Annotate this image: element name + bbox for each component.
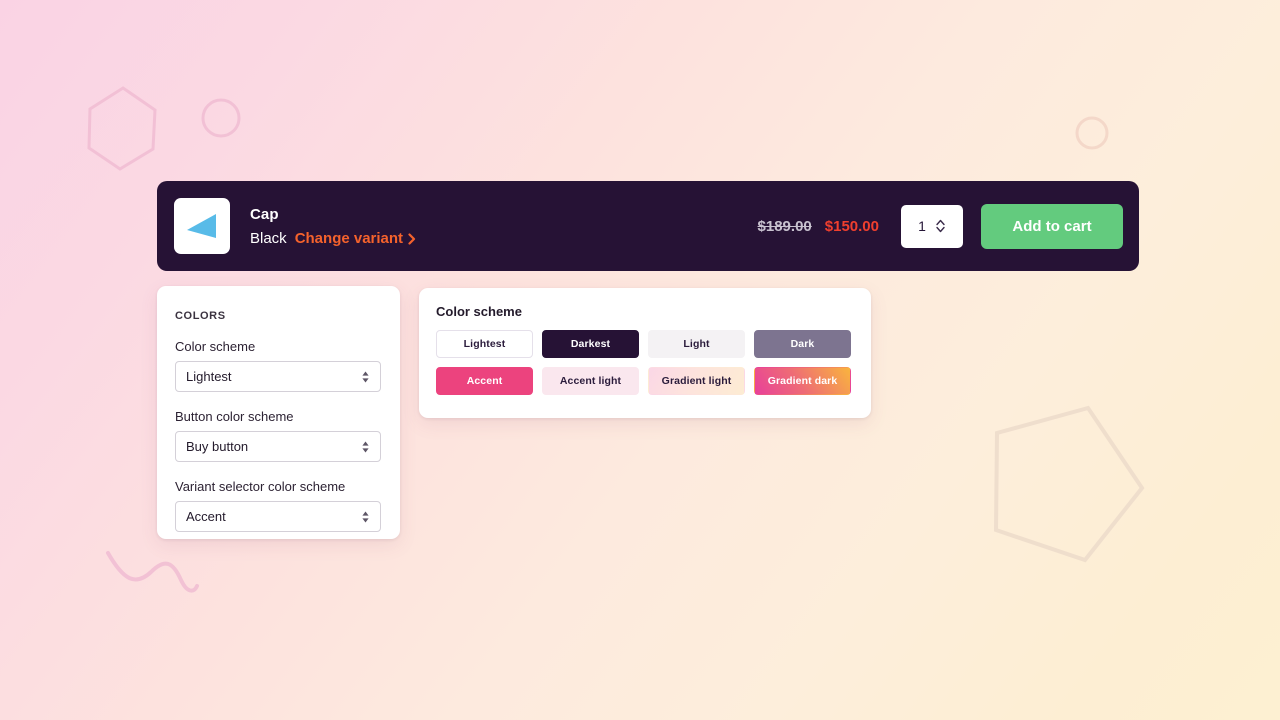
- hexagon-outline-shape: [87, 86, 157, 171]
- colors-settings-panel: COLORS Color scheme Lightest Button colo…: [157, 286, 400, 539]
- add-to-cart-button[interactable]: Add to cart: [981, 203, 1123, 249]
- swatch-label: Gradient light: [661, 375, 732, 387]
- swatch-accent[interactable]: Accent: [436, 367, 533, 395]
- chevron-up-down-icon: [362, 511, 369, 522]
- swatch-accent-light[interactable]: Accent light: [542, 367, 639, 395]
- change-variant-label: Change variant: [294, 229, 404, 247]
- swatch-gradient-dark[interactable]: Gradient dark: [754, 367, 851, 395]
- field-label-button-color-scheme: Button color scheme: [175, 409, 294, 424]
- color-scheme-panel: Color scheme Lightest Darkest Light Dark…: [419, 288, 871, 418]
- swatch-dark[interactable]: Dark: [754, 330, 851, 358]
- price-group: $189.00 $150.00: [758, 218, 879, 235]
- circle-outline-small-shape: [1075, 116, 1109, 150]
- variant-name: Black: [250, 229, 287, 247]
- product-thumbnail: [174, 198, 230, 254]
- field-button-color-scheme: Button color scheme Buy button: [175, 409, 381, 462]
- price-original: $189.00: [757, 217, 812, 235]
- swatch-label: Gradient dark: [767, 375, 838, 387]
- chevron-up-down-icon: [362, 441, 369, 452]
- swatch-light[interactable]: Light: [648, 330, 745, 358]
- swatch-label: Light: [683, 338, 710, 350]
- colors-section-label: COLORS: [175, 310, 226, 322]
- swatch-gradient-light[interactable]: Gradient light: [648, 367, 745, 395]
- product-title: Cap: [250, 205, 279, 223]
- swatch-lightest[interactable]: Lightest: [436, 330, 533, 358]
- color-scheme-swatch-grid: Lightest Darkest Light Dark Accent Accen…: [436, 330, 854, 395]
- swatch-label: Accent: [466, 375, 503, 387]
- swatch-label: Lightest: [463, 338, 506, 350]
- select-value-button-color-scheme: Buy button: [186, 439, 249, 454]
- color-scheme-panel-title: Color scheme: [436, 304, 522, 319]
- swatch-label: Accent light: [559, 375, 622, 387]
- pentagon-outline-shape: [993, 405, 1145, 563]
- squiggle-line-shape: [106, 551, 199, 593]
- swatch-label: Darkest: [570, 338, 611, 350]
- select-value-color-scheme: Lightest: [186, 369, 232, 384]
- quantity-value: 1: [918, 218, 926, 234]
- select-button-color-scheme[interactable]: Buy button: [175, 431, 381, 462]
- blue-triangle-product-image: [187, 214, 216, 238]
- product-info: Cap Black Change variant: [250, 205, 416, 248]
- select-value-variant-selector-color-scheme: Accent: [186, 509, 226, 524]
- field-variant-selector-color-scheme: Variant selector color scheme Accent: [175, 479, 381, 532]
- chevron-right-icon: [408, 232, 416, 245]
- swatch-darkest[interactable]: Darkest: [542, 330, 639, 358]
- product-bar: Cap Black Change variant $189.00 $150.00…: [157, 181, 1139, 271]
- price-sale: $150.00: [824, 217, 879, 235]
- stepper-up-down-icon[interactable]: [935, 217, 946, 235]
- swatch-label: Dark: [790, 338, 815, 350]
- quantity-stepper[interactable]: 1: [901, 204, 963, 248]
- chevron-up-down-icon: [362, 371, 369, 382]
- product-meta: Black Change variant: [250, 230, 416, 248]
- circle-outline-shape: [201, 98, 241, 138]
- change-variant-link[interactable]: Change variant: [295, 230, 416, 248]
- field-label-variant-selector-color-scheme: Variant selector color scheme: [175, 479, 346, 494]
- field-color-scheme: Color scheme Lightest: [175, 339, 381, 392]
- field-label-color-scheme: Color scheme: [175, 339, 256, 354]
- select-variant-selector-color-scheme[interactable]: Accent: [175, 501, 381, 532]
- select-color-scheme[interactable]: Lightest: [175, 361, 381, 392]
